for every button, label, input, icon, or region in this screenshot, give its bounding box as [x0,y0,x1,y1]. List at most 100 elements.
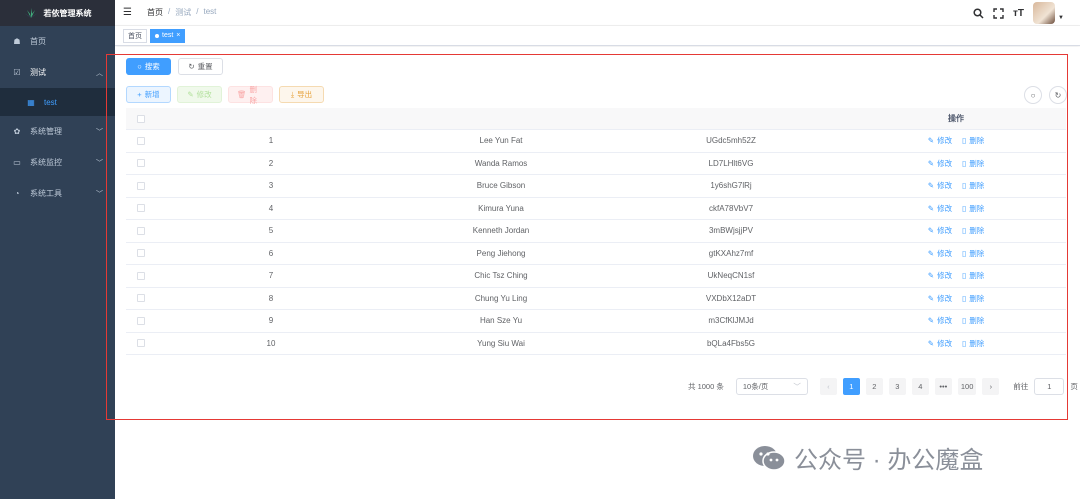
row-checkbox[interactable] [137,339,145,348]
export-button[interactable]: ⤓ 导出 [279,86,324,103]
more-pages-button[interactable]: ••• [934,378,952,395]
search-icon: ○ [1030,90,1036,100]
table-row: 8 Chung Yu Ling VXDbX12aDT ✎ 修改 ▯ 删除 [126,288,1066,310]
cell-id: 9 [268,316,274,326]
row-checkbox[interactable] [137,136,145,145]
breadcrumb-home[interactable]: 首页 [147,7,163,18]
row-checkbox[interactable] [137,249,145,258]
page-1[interactable]: 1 [842,378,860,395]
app-logo[interactable]: 若依管理系统 [0,0,115,26]
select-all-cell [126,114,156,123]
app-title: 若依管理系统 [43,8,92,18]
row-delete-button[interactable]: ▯ 删除 [962,225,984,236]
row-delete-button[interactable]: ▯ 删除 [962,203,984,214]
goto-label: 前往 [1013,382,1029,391]
search-button[interactable]: ○ 搜索 [126,58,171,75]
row-checkbox[interactable] [137,204,145,213]
sidebar-item-test-page[interactable]: ▦ test [0,88,115,116]
page-3[interactable]: 3 [888,378,906,395]
tag-home[interactable]: 首页 [123,28,147,43]
row-edit-button[interactable]: ✎ 修改 [928,203,952,214]
delete-button[interactable]: 🗑 删除 [228,85,273,105]
hamburger-icon[interactable]: ☰ [123,7,135,18]
cell-name: Kimura Yuna [478,203,524,213]
row-edit-button[interactable]: ✎ 修改 [928,158,952,169]
page-size-select[interactable]: 10条/页 ﹀ [735,378,808,395]
reset-button[interactable]: ↻ 重置 [178,58,223,75]
sidebar-item-system-monitor[interactable]: ▭ 系统监控 ﹀ [0,147,115,178]
page-2[interactable]: 2 [865,378,883,395]
row-edit-button[interactable]: ✎ 修改 [928,293,952,304]
row-edit-button[interactable]: ✎ 修改 [928,270,952,281]
row-checkbox[interactable] [137,159,145,168]
page-4[interactable]: 4 [911,378,929,395]
font-size-icon[interactable]: тT [1013,8,1024,19]
edit-button[interactable]: ✎ 修改 [177,86,222,103]
row-edit-label: 修改 [937,271,953,281]
row-edit-button[interactable]: ✎ 修改 [928,180,952,191]
sidebar-item-system-management[interactable]: ✿ 系统管理 ﹀ [0,116,115,147]
search-button-label: 搜索 [144,62,160,71]
row-delete-button[interactable]: ▯ 删除 [962,293,984,304]
data-table: 操作 1 Lee Yun Fat UGdc5mh52Z ✎ 修改 ▯ 删除 2 Wanda Ra… [126,108,1066,355]
row-delete-button[interactable]: ▯ 删除 [962,180,984,191]
row-delete-button[interactable]: ▯ 删除 [962,338,984,349]
edit-icon: ✎ [187,90,194,99]
cell-name: Wanda Ramos [474,158,528,168]
row-checkbox[interactable] [137,294,145,303]
table-row: 2 Wanda Ramos LD7LHlt6VG ✎ 修改 ▯ 删除 [126,153,1066,175]
table-row: 7 Chic Tsz Ching UkNeqCN1sf ✎ 修改 ▯ 删除 [126,265,1066,288]
cell-code: VXDbX12aDT [705,293,757,303]
caret-down-icon[interactable]: ▼ [1058,15,1064,21]
sidebar-item-home[interactable]: ☗ 首页 [0,26,115,57]
sidebar-item-test[interactable]: ☑ 测试 ︿ [0,57,115,88]
row-checkbox[interactable] [137,226,145,235]
fullscreen-icon[interactable] [993,7,1004,19]
goto-page-input[interactable]: 1 [1034,378,1065,395]
table-row: 4 Kimura Yuna ckfA78VbV7 ✎ 修改 ▯ 删除 [126,198,1066,220]
goto-suffix: 页 [1070,382,1078,391]
next-page-button[interactable]: › [982,378,1000,395]
row-edit-label: 修改 [937,316,953,326]
refresh-button[interactable]: ↻ [1049,86,1067,104]
cell-operation: ✎ 修改 ▯ 删除 [846,135,1066,146]
gear-icon: ✿ [13,127,21,136]
row-delete-button[interactable]: ▯ 删除 [962,158,984,169]
cell-id: 4 [268,203,274,213]
page-100[interactable]: 100 [957,378,977,395]
prev-page-button[interactable]: ‹ [819,378,837,395]
add-button[interactable]: + 新增 [126,86,171,103]
edit-icon: ✎ [927,203,935,213]
cell-id: 1 [268,136,274,146]
row-edit-button[interactable]: ✎ 修改 [928,338,952,349]
edit-icon: ✎ [927,136,935,146]
row-edit-button[interactable]: ✎ 修改 [928,225,952,236]
row-checkbox[interactable] [137,316,145,325]
cell-id: 5 [268,226,274,236]
cell-code: ckfA78VbV7 [708,203,754,213]
row-delete-button[interactable]: ▯ 删除 [962,270,984,281]
close-icon[interactable]: × [176,32,180,39]
toggle-search-button[interactable]: ○ [1024,86,1042,104]
sidebar-item-system-tools[interactable]: ◔ 系统工具 ﹀ [0,178,115,209]
row-delete-button[interactable]: ▯ 删除 [962,315,984,326]
avatar[interactable] [1033,2,1056,24]
select-all-checkbox[interactable] [137,114,145,123]
row-checkbox[interactable] [137,271,145,280]
plus-icon: + [137,90,142,99]
row-edit-label: 修改 [937,226,953,236]
row-delete-button[interactable]: ▯ 删除 [962,248,984,259]
row-edit-label: 修改 [937,136,953,146]
edit-icon: ✎ [927,338,935,348]
row-delete-button[interactable]: ▯ 删除 [962,135,984,146]
tag-test[interactable]: test × [150,28,186,43]
search-icon[interactable] [973,7,984,19]
row-checkbox[interactable] [137,181,145,190]
row-edit-button[interactable]: ✎ 修改 [928,248,952,259]
breadcrumb-separator: / [196,7,199,16]
cell-operation: ✎ 修改 ▯ 删除 [846,248,1066,259]
row-edit-label: 修改 [937,338,953,348]
row-edit-button[interactable]: ✎ 修改 [928,315,952,326]
row-edit-button[interactable]: ✎ 修改 [928,135,952,146]
cell-name: Chung Yu Ling [474,293,528,303]
